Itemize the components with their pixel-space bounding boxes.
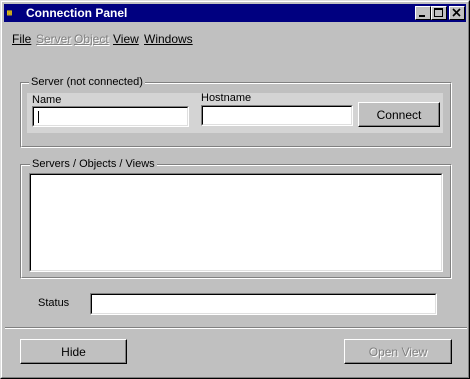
minimize-icon xyxy=(419,15,425,17)
servers-objects-views-tree[interactable] xyxy=(29,173,443,272)
server-group-legend: Server (not connected) xyxy=(29,76,145,88)
title-bar[interactable]: ▩ Connection Panel xyxy=(4,4,466,22)
close-icon xyxy=(452,8,461,17)
app-icon[interactable]: ▩ xyxy=(7,7,23,19)
connection-panel-window: ▩ Connection Panel File Server Object Vi… xyxy=(0,0,470,379)
status-field xyxy=(90,293,437,315)
footer-separator xyxy=(5,327,467,329)
servers-objects-views-legend: Servers / Objects / Views xyxy=(30,158,157,170)
hostname-input[interactable] xyxy=(201,105,353,126)
open-view-button[interactable]: Open View xyxy=(344,339,452,364)
menu-bar: File Server Object View Windows xyxy=(5,31,467,48)
text-caret xyxy=(38,111,39,123)
menu-file[interactable]: File xyxy=(12,32,31,46)
menu-object[interactable]: Object xyxy=(74,32,109,46)
name-label: Name xyxy=(32,94,62,106)
window-title: Connection Panel xyxy=(26,6,128,20)
menu-view[interactable]: View xyxy=(113,32,139,46)
name-input[interactable] xyxy=(32,106,189,127)
hostname-label: Hostname xyxy=(201,92,252,104)
menu-server[interactable]: Server xyxy=(36,32,71,46)
menu-windows[interactable]: Windows xyxy=(144,32,193,46)
minimize-button[interactable] xyxy=(415,6,431,20)
maximize-button[interactable] xyxy=(431,6,447,20)
hide-button[interactable]: Hide xyxy=(20,339,127,364)
status-label: Status xyxy=(38,297,70,309)
close-button[interactable] xyxy=(449,6,465,20)
connect-button[interactable]: Connect xyxy=(358,102,440,127)
maximize-icon xyxy=(434,8,443,17)
